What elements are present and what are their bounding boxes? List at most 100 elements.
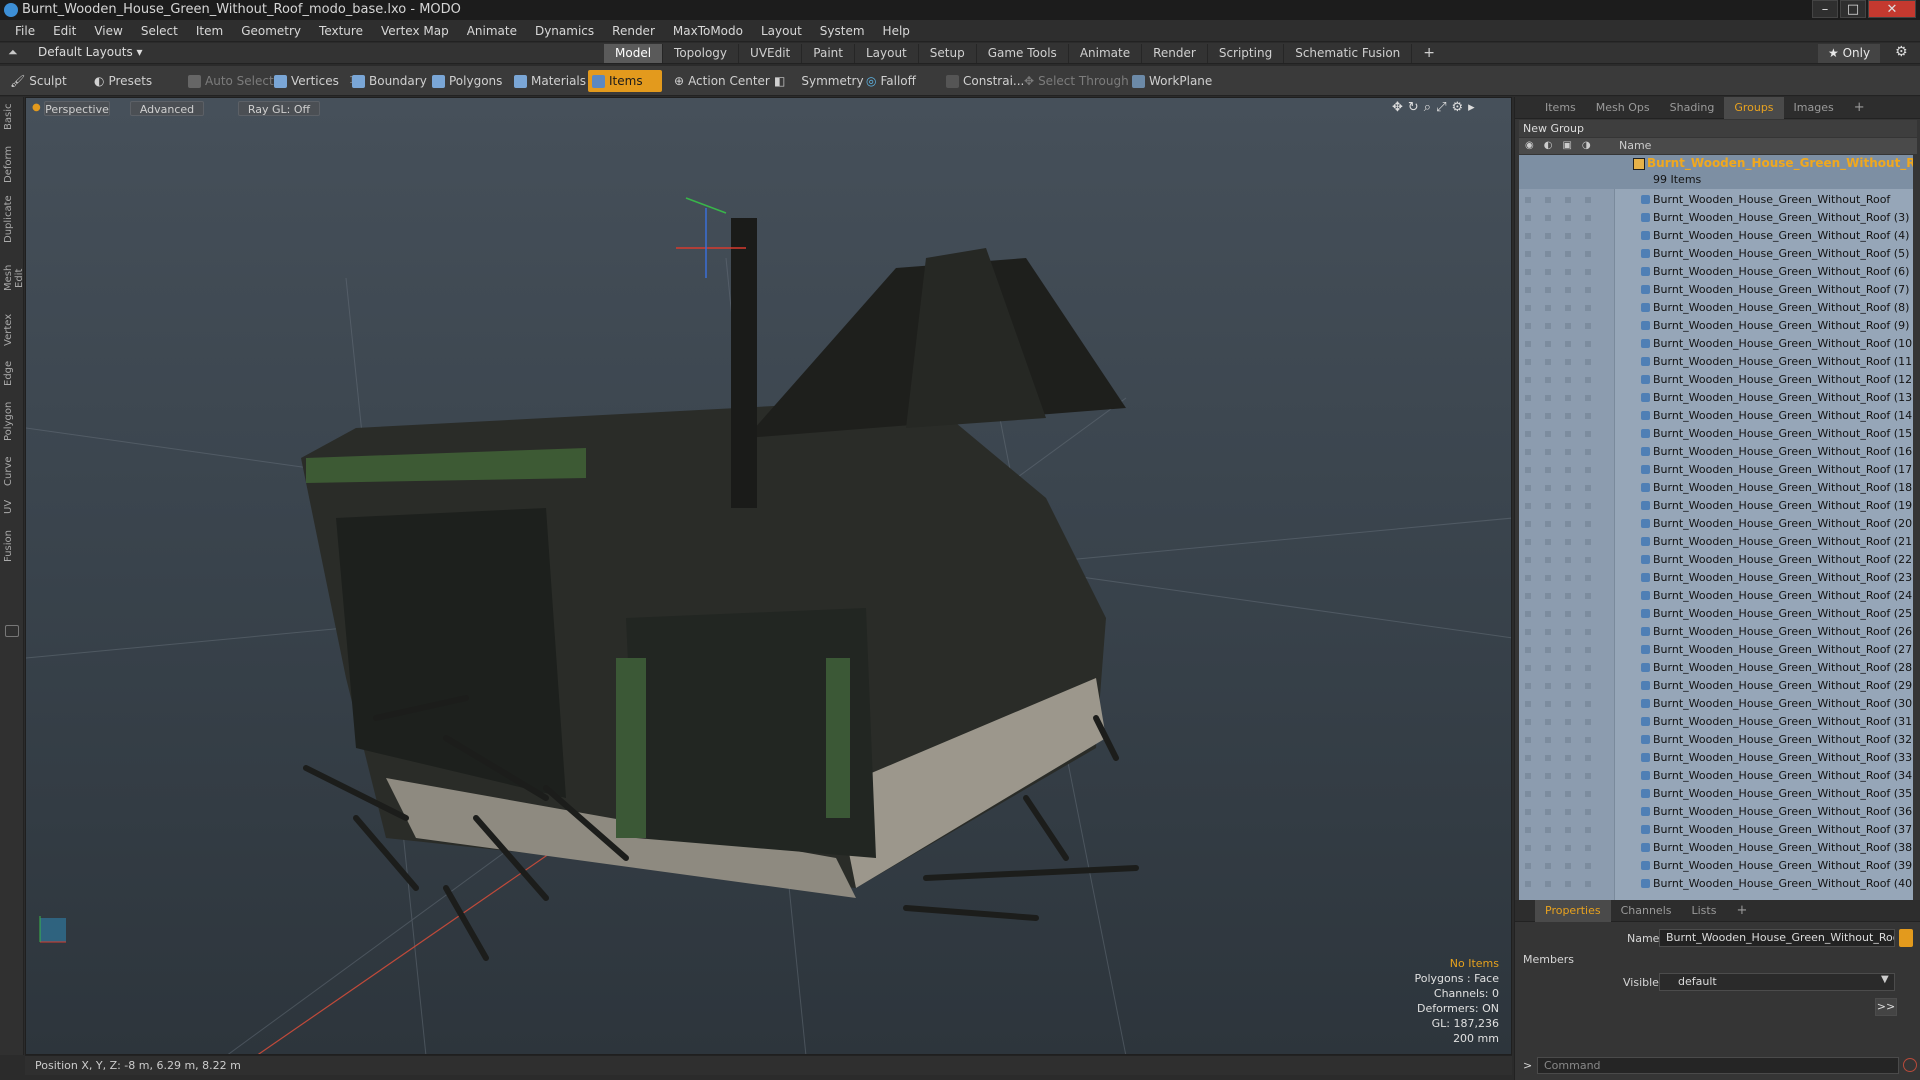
list-item[interactable]: Burnt_Wooden_House_Green_Without_Roof (1… [1519, 497, 1913, 515]
visible-dropdown[interactable]: default [1659, 973, 1895, 991]
left-tab-basic[interactable]: Basic [3, 103, 21, 131]
left-tab-curve[interactable]: Curve [3, 455, 21, 487]
menu-vertex-map[interactable]: Vertex Map [372, 20, 458, 42]
left-tab-duplicate[interactable]: Duplicate [3, 195, 21, 243]
list-item[interactable]: Burnt_Wooden_House_Green_Without_Roof (2… [1519, 569, 1913, 587]
visibility-toggles[interactable] [1525, 431, 1605, 437]
list-item[interactable]: Burnt_Wooden_House_Green_Without_Roof (2… [1519, 551, 1913, 569]
visibility-toggles[interactable] [1525, 197, 1605, 203]
list-item[interactable]: Burnt_Wooden_House_Green_Without_Roof (2… [1519, 677, 1913, 695]
list-item[interactable]: Burnt_Wooden_House_Green_Without_Roof (3… [1519, 695, 1913, 713]
tab-render[interactable]: Render [1142, 44, 1208, 63]
visibility-toggles[interactable] [1525, 251, 1605, 257]
tab-scripting[interactable]: Scripting [1208, 44, 1285, 63]
items-button[interactable]: Items [588, 70, 662, 92]
tab-properties[interactable]: Properties [1535, 899, 1611, 922]
symmetry-button[interactable]: ◧ Symmetry [770, 70, 868, 92]
tab-setup[interactable]: Setup [919, 44, 977, 63]
menu-view[interactable]: View [85, 20, 131, 42]
menu-system[interactable]: System [811, 20, 874, 42]
only-toggle[interactable]: ★ Only [1818, 44, 1881, 63]
visibility-toggles[interactable] [1525, 539, 1605, 545]
visibility-toggles[interactable] [1525, 359, 1605, 365]
list-item[interactable]: Burnt_Wooden_House_Green_Without_Roof (3… [1519, 749, 1913, 767]
left-tab-mesh-edit[interactable]: Mesh Edit [3, 255, 25, 301]
list-item[interactable]: Burnt_Wooden_House_Green_Without_Roof (3… [1519, 209, 1913, 227]
3d-viewport[interactable]: ● Perspective Advanced Ray GL: Off ✥↻⌕⤢⚙… [25, 97, 1512, 1055]
visibility-toggles[interactable] [1525, 467, 1605, 473]
visibility-toggles[interactable] [1525, 593, 1605, 599]
command-record-icon[interactable] [1903, 1058, 1917, 1072]
list-item[interactable]: Burnt_Wooden_House_Green_Without_Roof (2… [1519, 515, 1913, 533]
list-item[interactable]: Burnt_Wooden_House_Green_Without_Roof (7… [1519, 281, 1913, 299]
visibility-toggles[interactable] [1525, 611, 1605, 617]
visibility-toggles[interactable] [1525, 881, 1605, 887]
list-item[interactable]: Burnt_Wooden_House_Green_Without_Roof (2… [1519, 641, 1913, 659]
tab-topology[interactable]: Topology [663, 44, 740, 63]
menu-animate[interactable]: Animate [458, 20, 526, 42]
list-item[interactable]: Burnt_Wooden_House_Green_Without_Roof (2… [1519, 533, 1913, 551]
menu-dynamics[interactable]: Dynamics [526, 20, 603, 42]
sculpt-button[interactable]: 🖌 Sculpt [6, 70, 71, 92]
name-options-icon[interactable] [1899, 929, 1913, 947]
menu-maxtomodo[interactable]: MaxToModo [664, 20, 752, 42]
visibility-toggles[interactable] [1525, 287, 1605, 293]
visibility-toggles[interactable] [1525, 341, 1605, 347]
list-item[interactable]: Burnt_Wooden_House_Green_Without_Roof (3… [1519, 821, 1913, 839]
visibility-toggles[interactable] [1525, 827, 1605, 833]
visibility-toggles[interactable] [1525, 323, 1605, 329]
visibility-toggles[interactable] [1525, 557, 1605, 563]
new-group-button[interactable]: New Group [1519, 120, 1917, 137]
vertices-button[interactable]: Vertices1 [270, 70, 359, 92]
list-item[interactable]: Burnt_Wooden_House_Green_Without_Roof (4… [1519, 875, 1913, 893]
workplane-button[interactable]: WorkPlane [1128, 70, 1216, 92]
visibility-toggles[interactable] [1525, 305, 1605, 311]
list-item[interactable]: Burnt_Wooden_House_Green_Without_Roof (4… [1519, 227, 1913, 245]
add-panel-tab-button[interactable]: + [1844, 97, 1875, 119]
list-item[interactable]: Burnt_Wooden_House_Green_Without_Roof (3… [1519, 713, 1913, 731]
list-item[interactable]: Burnt_Wooden_House_Green_Without_Roof (3… [1519, 731, 1913, 749]
visibility-column-icons[interactable]: ◉◐▣◑ [1525, 138, 1601, 154]
visibility-toggles[interactable] [1525, 377, 1605, 383]
tab-paint[interactable]: Paint [802, 44, 855, 63]
tab-shading[interactable]: Shading [1660, 97, 1725, 119]
tab-schematic-fusion[interactable]: Schematic Fusion [1284, 44, 1413, 63]
visibility-toggles[interactable] [1525, 701, 1605, 707]
list-item[interactable]: Burnt_Wooden_House_Green_Without_Roof (3… [1519, 767, 1913, 785]
tab-uvedit[interactable]: UVEdit [739, 44, 803, 63]
visibility-toggles[interactable] [1525, 809, 1605, 815]
visibility-toggles[interactable] [1525, 503, 1605, 509]
command-input[interactable]: Command [1537, 1057, 1899, 1074]
visibility-toggles[interactable] [1525, 575, 1605, 581]
visibility-toggles[interactable] [1525, 449, 1605, 455]
layout-preset-dropdown[interactable]: Default Layouts ▾ [38, 45, 143, 59]
add-tab-button[interactable]: + [1412, 44, 1446, 63]
list-item[interactable]: Burnt_Wooden_House_Green_Without_Roof (2… [1519, 587, 1913, 605]
menu-file[interactable]: File [6, 20, 44, 42]
tab-game-tools[interactable]: Game Tools [977, 44, 1069, 63]
list-item[interactable]: Burnt_Wooden_House_Green_Without_Roof (6… [1519, 263, 1913, 281]
visibility-toggles[interactable] [1525, 233, 1605, 239]
members-section[interactable]: Members [1523, 953, 1574, 966]
maximize-button[interactable]: □ [1840, 0, 1866, 18]
group-row[interactable]: Burnt_Wooden_House_Green_Without_Ro... 9… [1519, 155, 1913, 189]
list-item[interactable]: Burnt_Wooden_House_Green_Without_Roof (1… [1519, 479, 1913, 497]
list-item[interactable]: Burnt_Wooden_House_Green_Without_Roof (5… [1519, 245, 1913, 263]
polygons-button[interactable]: Polygons [428, 70, 506, 92]
presets-button[interactable]: ◐ Presets [90, 70, 156, 92]
tab-animate[interactable]: Animate [1069, 44, 1143, 63]
list-item[interactable]: Burnt_Wooden_House_Green_Without_Roof (8… [1519, 299, 1913, 317]
menu-layout[interactable]: Layout [752, 20, 811, 42]
visibility-toggles[interactable] [1525, 683, 1605, 689]
boundary-button[interactable]: Boundary [348, 70, 431, 92]
tab-images[interactable]: Images [1784, 97, 1844, 119]
menu-texture[interactable]: Texture [310, 20, 372, 42]
visibility-toggles[interactable] [1525, 647, 1605, 653]
visibility-toggles[interactable] [1525, 413, 1605, 419]
more-button[interactable]: >> [1875, 998, 1897, 1016]
panel-toggle-icon[interactable] [5, 625, 19, 637]
list-item[interactable]: Burnt_Wooden_House_Green_Without_Roof (3… [1519, 839, 1913, 857]
constrain-button[interactable]: Constrai... [942, 70, 1028, 92]
list-item[interactable]: Burnt_Wooden_House_Green_Without_Roof (1… [1519, 335, 1913, 353]
add-props-tab-button[interactable]: + [1726, 900, 1757, 922]
